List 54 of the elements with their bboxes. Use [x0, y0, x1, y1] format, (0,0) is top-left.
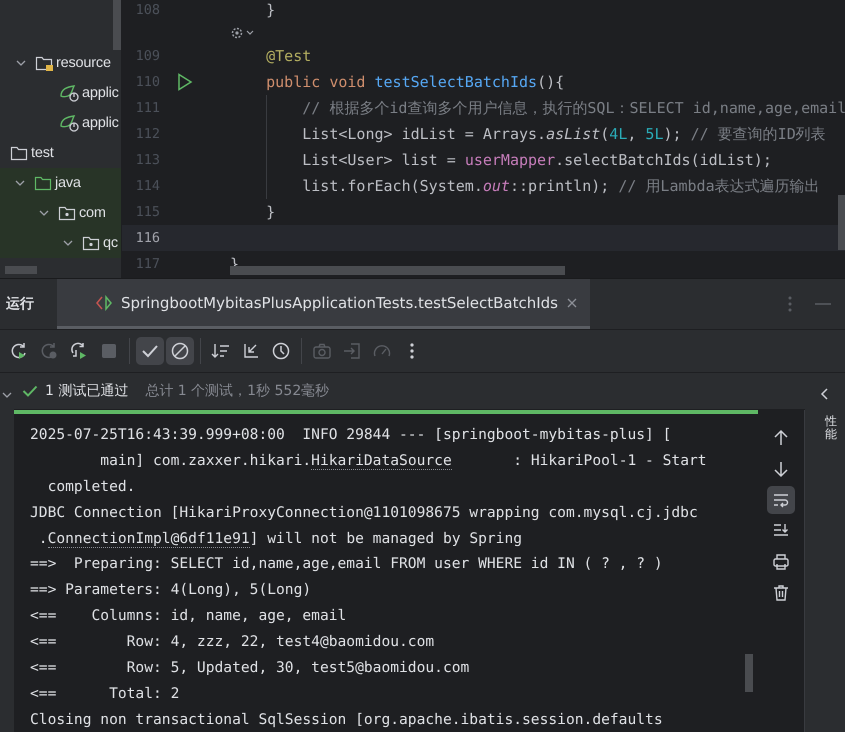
tree-item[interactable]: resource: [56, 55, 111, 71]
class-link[interactable]: HikariDataSource: [311, 452, 452, 470]
folder-icon: [35, 55, 53, 71]
console-line: completed.: [46, 476, 136, 497]
console-line: <== Row: 4, zzz, 22, test4@baomidou.com: [30, 632, 434, 652]
code-line: @Test: [265, 47, 312, 65]
console-line: Closing non transactional SqlSession [org.apache.ibatis.session.defaults: [30, 710, 663, 730]
tree-item[interactable]: com: [79, 205, 106, 221]
leaf-power-icon: [59, 114, 79, 132]
console-line: <== Columns: id, name, age, email: [30, 606, 346, 626]
tree-item[interactable]: java: [55, 175, 81, 191]
tree-item[interactable]: applic: [82, 115, 119, 131]
console-line: ==> Preparing: SELECT id,name,age,email FROM user WHERE id IN ( ? , ? ): [30, 554, 663, 574]
run-tab[interactable]: SpringbootMybitasPlusApplicationTests.testSelectBatchIds: [57, 279, 590, 329]
check-icon: [22, 384, 38, 398]
check-icon[interactable]: [136, 337, 164, 365]
code-line: public void testSelectBatchIds(){: [265, 73, 564, 91]
no-entry-icon[interactable]: [166, 337, 194, 365]
scrollbar-thumb[interactable]: [745, 654, 753, 692]
line-number: 116: [134, 230, 160, 246]
close-icon[interactable]: [566, 296, 578, 308]
soft-wrap-icon[interactable]: [767, 486, 795, 514]
panel-title: 运行: [5, 295, 35, 313]
code-line: List<Long> idList = Arrays.asList(4L, 5L); // 要查询的ID列表: [301, 124, 826, 144]
console-line: 2025-07-25T16:43:39.999+08:00 INFO 29844 --- [springboot-mybitas-plus] [: [30, 425, 672, 445]
code-line: list.forEach(System.out::println); // 用Lambda表达式遍历输出: [301, 176, 820, 196]
console-line: .ConnectionImpl@6df11e91] will not be managed by Spring: [38, 528, 522, 550]
class-link[interactable]: ConnectionImpl@6df11e91: [48, 530, 250, 548]
package-icon: [58, 205, 76, 221]
console-line: main] com.zaxxer.hikari.HikariDataSource : HikariPool-1 - Start: [99, 450, 707, 472]
tree-item[interactable]: test: [31, 145, 54, 161]
leaf-power-icon: [59, 84, 79, 102]
console-line: JDBC Connection [HikariProxyConnection@1101098675 wrapping com.mysql.cj.jdbc: [30, 502, 698, 523]
test-summary: 总计 1 个测试，1秒 552毫秒: [145, 382, 330, 400]
code-line: }: [265, 203, 276, 221]
tree-item[interactable]: applic: [82, 85, 119, 101]
console-line: <== Row: 5, Updated, 30, test5@baomidou.com: [30, 658, 470, 678]
console-line: ==> Parameters: 4(Long), 5(Long): [30, 580, 312, 600]
folder-icon: [34, 175, 52, 191]
scrollbar-thumb[interactable]: [838, 195, 845, 250]
run-icon[interactable]: [177, 73, 193, 91]
scrollbar-thumb[interactable]: [113, 0, 121, 50]
code-line: }: [265, 1, 276, 19]
scrollbar-thumb[interactable]: [5, 266, 37, 274]
side-tab[interactable]: 性能: [825, 415, 837, 442]
code-line: // 根据多个id查询多个用户信息，执行的SQL：SELECT id,name,age,email: [301, 98, 845, 118]
scrollbar-thumb[interactable]: [230, 266, 565, 275]
console-line: <== Total: 2: [30, 684, 180, 704]
test-run-icon: [95, 294, 113, 310]
tree-item[interactable]: qc: [103, 235, 118, 251]
code-line: List<User> list = userMapper.selectBatchIds(idList);: [301, 151, 772, 169]
test-result: 1 测试已通过: [45, 382, 128, 400]
folder-icon: [10, 145, 28, 161]
package-icon: [82, 235, 100, 251]
